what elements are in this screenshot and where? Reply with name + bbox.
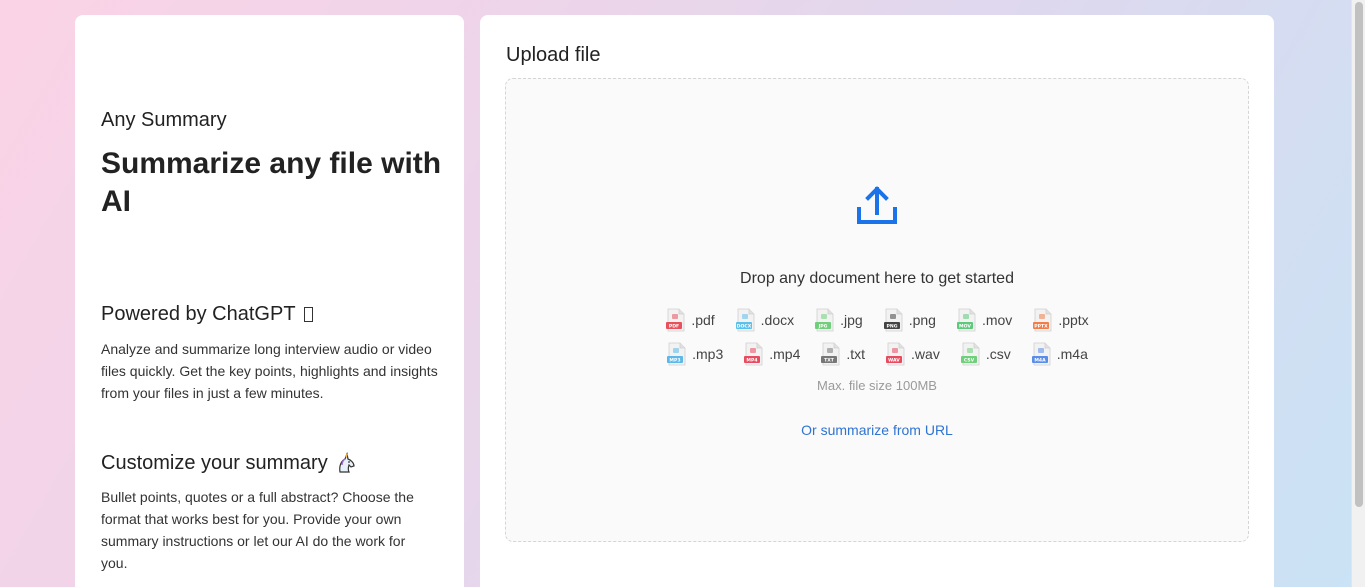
file-type-mp4: MP4 .mp4 <box>743 342 800 366</box>
svg-text:MP4: MP4 <box>747 358 758 364</box>
max-file-size: Max. file size 100MB <box>817 378 937 393</box>
pptx-file-icon: PPTX <box>1032 308 1054 332</box>
file-type-label: .csv <box>985 346 1011 362</box>
file-type-label: .docx <box>760 312 795 328</box>
intro-card: Any Summary Summarize any file with AI P… <box>75 15 464 587</box>
file-type-pdf: PDF .pdf <box>665 308 715 332</box>
svg-text:PDF: PDF <box>669 324 679 330</box>
mp4-file-icon: MP4 <box>743 342 765 366</box>
mov-file-icon: MOV <box>956 308 978 332</box>
file-types-row-2: MP3 .mp3 MP4 .mp4 TXT .txt WAV .wav CSV .csv M4A .m… <box>506 342 1248 366</box>
scrollbar-thumb[interactable] <box>1355 2 1363 507</box>
file-types-row-1: PDF .pdf DOCX .docx JPG .jpg PNG .png MOV .mov PPT… <box>506 308 1248 332</box>
file-type-label: .txt <box>846 346 866 362</box>
hero-heading: Summarize any file with AI <box>101 147 442 218</box>
missing-glyph-icon <box>303 307 313 322</box>
file-type-label: .pptx <box>1058 312 1089 328</box>
svg-text:TXT: TXT <box>824 358 835 364</box>
svg-text:WAV: WAV <box>888 358 900 364</box>
customize-description: Bullet points, quotes or a full abstract… <box>101 489 414 571</box>
file-type-label: .m4a <box>1056 346 1088 362</box>
unicorn-icon <box>334 451 358 475</box>
file-type-m4a: M4A .m4a <box>1031 342 1088 366</box>
file-type-label: .wav <box>911 346 940 362</box>
file-type-pptx: PPTX .pptx <box>1032 308 1089 332</box>
file-type-label: .pdf <box>691 312 715 328</box>
upload-card: Upload file Drop any document here to ge… <box>480 15 1274 587</box>
file-type-jpg: JPG .jpg <box>814 308 863 332</box>
txt-file-icon: TXT <box>820 342 842 366</box>
file-type-txt: TXT .txt <box>820 342 865 366</box>
file-type-label: .mp3 <box>692 346 724 362</box>
svg-text:MOV: MOV <box>959 324 971 330</box>
powered-by-heading: Powered by ChatGPT <box>101 303 313 326</box>
page-scrollbar[interactable] <box>1351 0 1365 587</box>
file-type-docx: DOCX .docx <box>735 308 794 332</box>
customize-title: Customize your summary <box>101 451 328 474</box>
png-file-icon: PNG <box>883 308 905 332</box>
brand-name: Any Summary <box>101 109 227 131</box>
svg-text:M4A: M4A <box>1034 358 1046 364</box>
svg-text:DOCX: DOCX <box>736 324 751 330</box>
upload-icon <box>855 183 899 227</box>
file-dropzone[interactable]: Drop any document here to get started PD… <box>505 78 1249 542</box>
file-type-label: .mp4 <box>769 346 801 362</box>
csv-file-icon: CSV <box>960 342 982 366</box>
file-type-wav: WAV .wav <box>885 342 940 366</box>
docx-file-icon: DOCX <box>735 308 757 332</box>
svg-text:JPG: JPG <box>818 324 828 330</box>
svg-text:CSV: CSV <box>964 358 975 364</box>
file-type-label: .png <box>908 312 936 328</box>
wav-file-icon: WAV <box>885 342 907 366</box>
file-type-png: PNG .png <box>883 308 936 332</box>
svg-text:PNG: PNG <box>886 324 897 330</box>
summarize-from-url-link[interactable]: Or summarize from URL <box>506 422 1248 438</box>
svg-text:MP3: MP3 <box>670 358 681 364</box>
mp3-file-icon: MP3 <box>666 342 688 366</box>
file-type-csv: CSV .csv <box>960 342 1011 366</box>
file-type-label: .jpg <box>840 312 863 328</box>
file-type-label: .mov <box>981 312 1013 328</box>
powered-by-description: Analyze and summarize long interview aud… <box>101 341 438 401</box>
jpg-file-icon: JPG <box>814 308 836 332</box>
svg-text:PPTX: PPTX <box>1035 324 1049 330</box>
drop-instructions: Drop any document here to get started <box>740 270 1014 287</box>
file-type-mov: MOV .mov <box>956 308 1012 332</box>
pdf-file-icon: PDF <box>665 308 687 332</box>
m4a-file-icon: M4A <box>1031 342 1053 366</box>
upload-title: Upload file <box>506 44 601 66</box>
file-type-mp3: MP3 .mp3 <box>666 342 723 366</box>
customize-heading: Customize your summary <box>101 451 358 475</box>
powered-by-title: Powered by ChatGPT <box>101 303 296 325</box>
